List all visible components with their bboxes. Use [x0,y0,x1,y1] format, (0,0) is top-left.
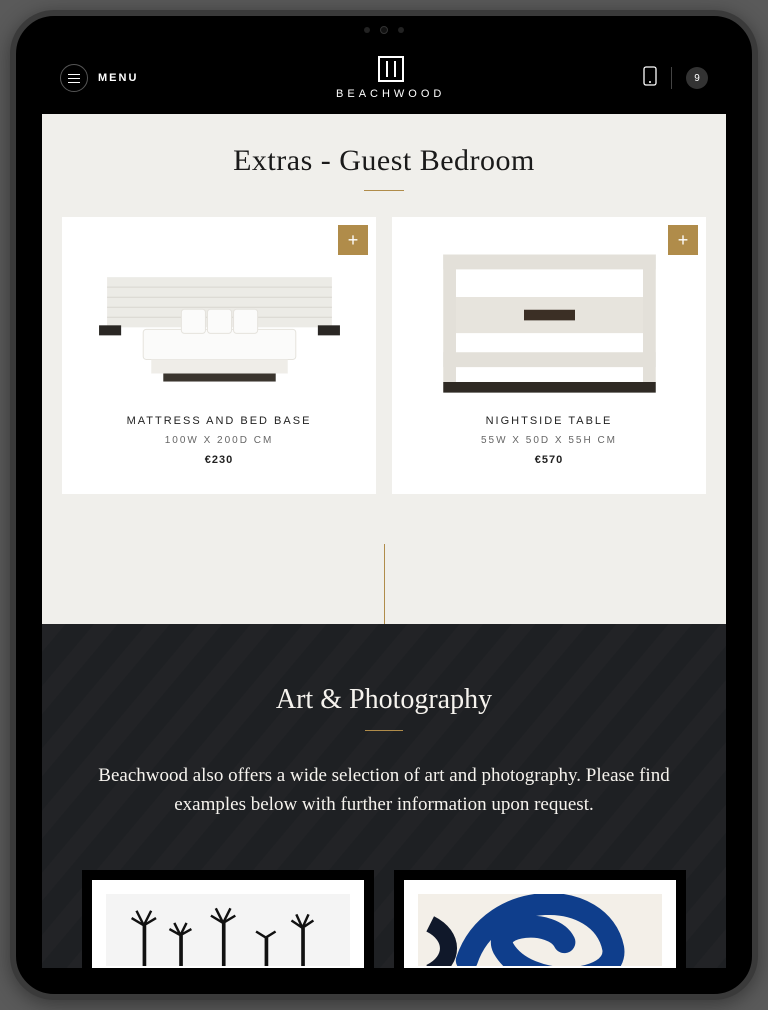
add-button[interactable]: + [338,225,368,255]
product-name: NIGHTSIDE TABLE [404,415,694,427]
menu-button[interactable]: MENU [60,64,138,92]
art-grid [72,870,696,968]
art-item[interactable] [82,870,374,968]
section-divider-line [384,544,385,624]
extras-section: Extras - Guest Bedroom + [42,114,726,554]
device-icon[interactable] [643,66,657,91]
product-image [74,229,364,399]
title-underline [365,730,403,731]
brand-logo-block[interactable]: BEACHWOOD [336,56,445,100]
product-image [404,229,694,399]
art-title: Art & Photography [72,684,696,716]
page-content[interactable]: Extras - Guest Bedroom + [42,114,726,968]
screen: MENU BEACHWOOD 9 Extras - Guest Bedroom [42,42,726,968]
product-dimensions: 55W X 50D X 55H CM [404,435,694,446]
tablet-camera-cluster [364,26,404,34]
site-header: MENU BEACHWOOD 9 [42,42,726,114]
art-image [106,894,350,966]
product-price: €570 [404,454,694,466]
product-price: €230 [74,454,364,466]
title-underline [364,190,404,191]
product-name: MATTRESS AND BED BASE [74,415,364,427]
product-card[interactable]: + NIGHTSIDE T [392,217,706,494]
art-item[interactable] [394,870,686,968]
cart-badge[interactable]: 9 [686,67,708,89]
art-section: Art & Photography Beachwood also offers … [42,624,726,968]
header-divider [671,67,672,89]
header-actions: 9 [643,66,708,91]
add-button[interactable]: + [668,225,698,255]
logo-icon [378,56,404,82]
product-grid: + [62,217,706,494]
menu-label: MENU [98,72,138,84]
tablet-frame: MENU BEACHWOOD 9 Extras - Guest Bedroom [10,10,758,1000]
cart-count: 9 [694,73,700,84]
product-dimensions: 100W X 200D CM [74,435,364,446]
extras-title: Extras - Guest Bedroom [62,144,706,178]
art-description: Beachwood also offers a wide selection o… [74,761,694,820]
brand-name: BEACHWOOD [336,88,445,100]
product-card[interactable]: + [62,217,376,494]
art-image [418,894,662,966]
hamburger-icon [60,64,88,92]
